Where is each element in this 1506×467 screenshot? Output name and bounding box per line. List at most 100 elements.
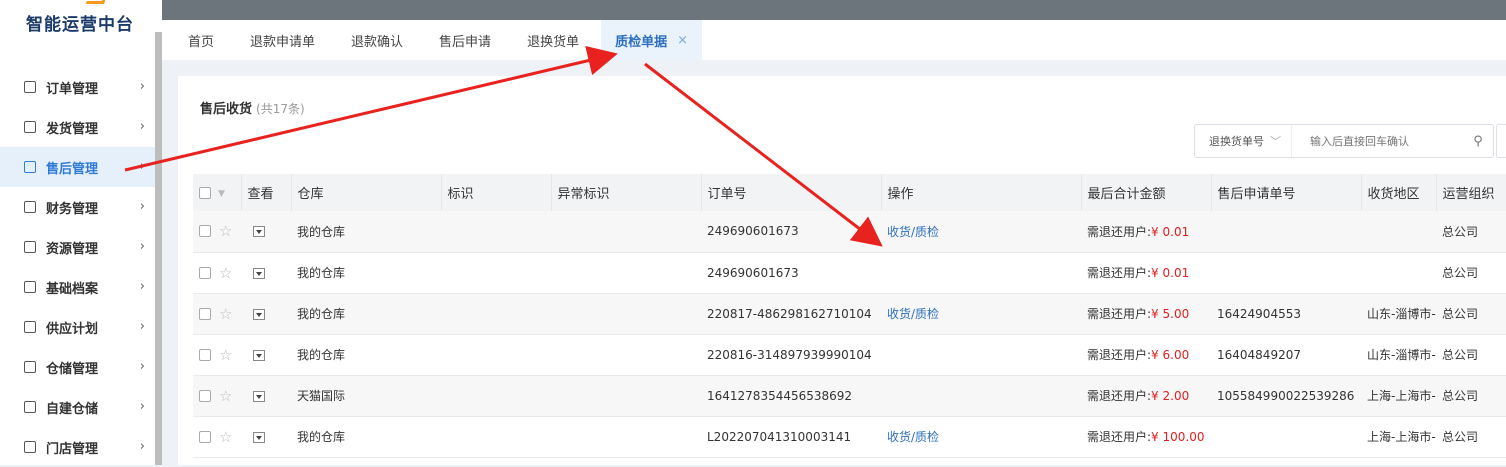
select-all-checkbox[interactable] bbox=[199, 186, 211, 199]
star-icon[interactable]: ☆ bbox=[219, 305, 232, 323]
region-cell bbox=[1361, 252, 1436, 294]
chevron-right-icon: › bbox=[139, 359, 145, 374]
row-checkbox[interactable] bbox=[199, 430, 211, 443]
tab-quality-inspection[interactable]: 质检单据 × bbox=[601, 20, 702, 60]
expand-dropdown-icon[interactable] bbox=[253, 226, 265, 238]
sidebar-item-label: 仓储管理 bbox=[46, 361, 99, 377]
amount-label: 需退还用户: bbox=[1087, 307, 1152, 321]
amount-label: 需退还用户: bbox=[1087, 348, 1152, 362]
star-icon[interactable]: ☆ bbox=[219, 264, 232, 282]
table-row[interactable]: ☆ 我的仓库 L202207041310003141 收货/质检 需退还用户:¥… bbox=[193, 416, 1506, 458]
row-checkbox[interactable] bbox=[199, 389, 211, 402]
table-row[interactable]: ☆ 我的仓库 249690601673 需退还用户:¥ 0.01 总公司 bbox=[193, 252, 1506, 294]
expand-dropdown-icon[interactable] bbox=[253, 390, 265, 402]
search-field-select[interactable]: 退换货单号 ﹀ bbox=[1195, 125, 1292, 157]
sidebar-scrollbar[interactable] bbox=[155, 32, 162, 465]
expand-dropdown-icon[interactable] bbox=[253, 267, 265, 279]
sidebar-item-order[interactable]: 订单管理 › bbox=[0, 67, 155, 107]
tab-after-sales-application[interactable]: 售后申请 bbox=[425, 20, 505, 60]
star-icon[interactable]: ☆ bbox=[219, 387, 232, 405]
sidebar-item-label: 资源管理 bbox=[46, 241, 99, 257]
view-cell bbox=[241, 252, 291, 294]
sidebar-item-label: 订单管理 bbox=[46, 81, 99, 97]
sidebar-item-shipping[interactable]: 发货管理 › bbox=[0, 107, 155, 147]
expand-dropdown-icon[interactable] bbox=[253, 308, 265, 320]
tab-label: 首页 bbox=[188, 34, 215, 50]
select-all-header[interactable]: ▼ bbox=[193, 174, 242, 211]
expand-dropdown-icon[interactable] bbox=[253, 431, 265, 443]
sidebar-item-label: 财务管理 bbox=[46, 201, 99, 217]
app-title: 智能运营中台 bbox=[26, 15, 134, 35]
column-header[interactable]: 售后申请单号 bbox=[1211, 174, 1362, 211]
row-checkbox[interactable] bbox=[199, 266, 211, 279]
order-number-cell: L202207041310003141 bbox=[701, 416, 881, 458]
flag-cell bbox=[441, 375, 551, 417]
org-cell: 总公司 bbox=[1436, 252, 1506, 294]
amount-value: ¥ 100.00 bbox=[1151, 430, 1205, 444]
table-row[interactable]: ☆ 我的仓库 220817-486298162710104 收货/质检 需退还用… bbox=[193, 293, 1506, 335]
warehouse-cell: 我的仓库 bbox=[291, 293, 441, 335]
search-icon[interactable]: ⚲ bbox=[1463, 134, 1493, 149]
toolbar-button[interactable] bbox=[1496, 124, 1506, 158]
chevron-right-icon: › bbox=[139, 79, 145, 94]
column-header[interactable]: 仓库 bbox=[291, 174, 442, 211]
star-icon[interactable]: ☆ bbox=[219, 346, 232, 364]
flag-cell bbox=[441, 293, 551, 335]
sidebar-item-self-warehouse[interactable]: 自建仓储 › bbox=[0, 387, 155, 427]
receive-inspect-link[interactable]: 收货/质检 bbox=[887, 430, 939, 444]
column-header[interactable]: 查看 bbox=[241, 174, 292, 211]
abnormal-flag-cell bbox=[551, 293, 701, 335]
action-cell bbox=[881, 334, 1081, 376]
table-row[interactable]: ☆ 我的仓库 220816-314897939990104 需退还用户:¥ 6.… bbox=[193, 334, 1506, 376]
flag-cell bbox=[441, 252, 551, 294]
sidebar-item-label: 自建仓储 bbox=[46, 401, 99, 417]
star-icon[interactable]: ☆ bbox=[219, 428, 232, 446]
sidebar-item-label: 基础档案 bbox=[46, 281, 99, 297]
sidebar-item-after-sales[interactable]: 售后管理 › bbox=[0, 147, 155, 187]
tab-return-exchange[interactable]: 退换货单 bbox=[513, 20, 593, 60]
column-header[interactable]: 异常标识 bbox=[551, 174, 702, 211]
amount-cell: 需退还用户:¥ 0.01 bbox=[1081, 252, 1211, 294]
page-title-text: 售后收货 bbox=[200, 102, 253, 117]
resource-icon bbox=[24, 241, 36, 253]
column-header[interactable]: 运营组织 bbox=[1436, 174, 1506, 211]
amount-cell: 需退还用户:¥ 6.00 bbox=[1081, 334, 1211, 376]
tab-refund-application[interactable]: 退款申请单 bbox=[236, 20, 329, 60]
abnormal-flag-cell bbox=[551, 252, 701, 294]
supply-plan-icon bbox=[24, 321, 36, 333]
sidebar-item-supply-plan[interactable]: 供应计划 › bbox=[0, 307, 155, 347]
search-input[interactable] bbox=[1292, 125, 1463, 157]
page-title: 售后收货 (共17条) bbox=[200, 98, 305, 117]
sidebar-item-warehouse[interactable]: 仓储管理 › bbox=[0, 347, 155, 387]
column-header[interactable]: 订单号 bbox=[701, 174, 882, 211]
row-checkbox[interactable] bbox=[199, 307, 211, 320]
amount-value: ¥ 2.00 bbox=[1151, 389, 1190, 403]
sidebar-item-archive[interactable]: 基础档案 › bbox=[0, 267, 155, 307]
caret-down-icon[interactable]: ▼ bbox=[218, 189, 225, 199]
sidebar-item-store[interactable]: 门店管理 › bbox=[0, 427, 155, 467]
amount-label: 需退还用户: bbox=[1087, 224, 1152, 239]
warehouse-cell: 我的仓库 bbox=[291, 211, 441, 253]
view-cell bbox=[241, 211, 291, 253]
view-cell bbox=[241, 334, 291, 376]
column-header[interactable]: 标识 bbox=[441, 174, 552, 211]
row-checkbox[interactable] bbox=[199, 348, 211, 361]
expand-dropdown-icon[interactable] bbox=[253, 349, 265, 361]
receive-inspect-link[interactable]: 收货/质检 bbox=[887, 225, 939, 239]
tab-home[interactable]: 首页 bbox=[174, 20, 228, 60]
receive-inspect-link[interactable]: 收货/质检 bbox=[887, 307, 939, 321]
column-header[interactable]: 最后合计金额 bbox=[1081, 174, 1212, 211]
row-checkbox[interactable] bbox=[199, 225, 211, 238]
abnormal-flag-cell bbox=[551, 375, 701, 417]
sidebar-item-finance[interactable]: 财务管理 › bbox=[0, 187, 155, 227]
table-row[interactable]: ☆ 我的仓库 249690601673 收货/质检 需退还用户:¥ 0.01 总… bbox=[193, 211, 1506, 253]
table-row[interactable]: ☆ 天猫国际 1641278354456538692 需退还用户:¥ 2.00 … bbox=[193, 375, 1506, 417]
column-header[interactable]: 收货地区 bbox=[1361, 174, 1437, 211]
star-icon[interactable]: ☆ bbox=[219, 222, 232, 240]
application-number-cell bbox=[1211, 252, 1361, 294]
sidebar-item-resource[interactable]: 资源管理 › bbox=[0, 227, 155, 267]
org-cell: 总公司 bbox=[1436, 375, 1506, 417]
tab-refund-confirm[interactable]: 退款确认 bbox=[337, 20, 417, 60]
close-icon[interactable]: × bbox=[677, 33, 688, 48]
column-header[interactable]: 操作 bbox=[881, 174, 1082, 211]
